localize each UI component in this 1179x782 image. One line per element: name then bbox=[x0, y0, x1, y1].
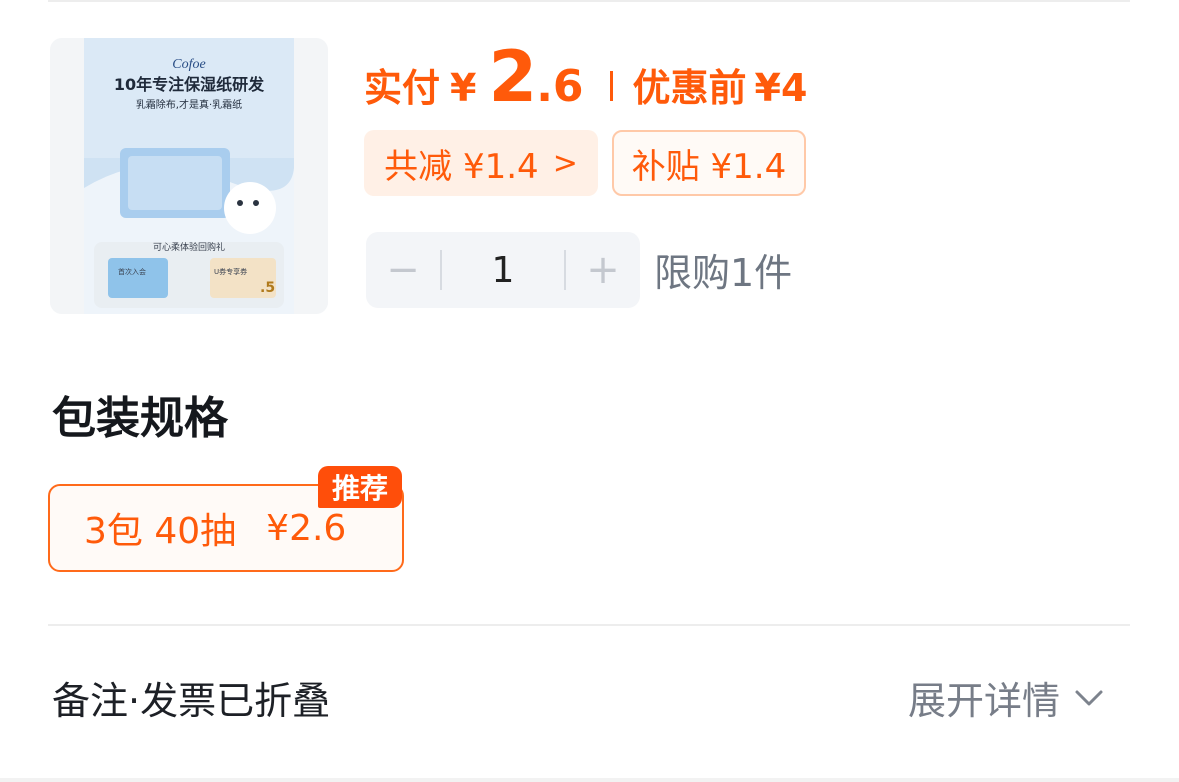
order-sheet: Cofoe 10年专注保湿纸研发 乳霜除布,才是真·乳霜纸 可心柔体验回购礼 首… bbox=[0, 0, 1179, 782]
pay-currency: ¥ bbox=[450, 66, 477, 110]
product-image-brand: Cofoe bbox=[172, 57, 205, 72]
product-image-headline: 10年专注保湿纸研发 bbox=[114, 75, 265, 94]
quantity-stepper: − 1 + bbox=[366, 232, 640, 308]
product-image-offer-value: .5 bbox=[260, 280, 275, 296]
spec-option-price: ¥2.6 bbox=[266, 507, 347, 549]
quantity-input[interactable]: 1 bbox=[442, 232, 564, 308]
plus-icon: + bbox=[586, 247, 620, 293]
expand-details-label: 展开详情 bbox=[908, 679, 1061, 723]
chevron-down-icon bbox=[1075, 690, 1103, 705]
original-price-value: ¥4 bbox=[754, 66, 808, 110]
remark-invoice-label: 备注·发票已折叠 bbox=[52, 679, 331, 723]
recommended-badge: 推荐 bbox=[318, 466, 402, 508]
pay-amount-integer: 2 bbox=[488, 36, 537, 118]
original-price-label: 优惠前 bbox=[632, 66, 747, 110]
price-row: 实付 ¥ 2 .6 优惠前 ¥4 bbox=[364, 36, 808, 118]
section-divider bbox=[48, 624, 1130, 626]
price-separator bbox=[609, 71, 613, 101]
total-discount-chip[interactable]: 共减 ¥1.4 > bbox=[364, 130, 598, 196]
subsidy-label: 补贴 ¥1.4 bbox=[631, 146, 787, 187]
product-image-banner: 可心柔体验回购礼 bbox=[153, 241, 225, 253]
product-image-offer-left: 首次入会 bbox=[118, 267, 146, 276]
expand-details-button[interactable]: 展开详情 bbox=[908, 670, 1104, 725]
minus-icon: − bbox=[386, 247, 420, 293]
product-image[interactable]: Cofoe 10年专注保湿纸研发 乳霜除布,才是真·乳霜纸 可心柔体验回购礼 首… bbox=[50, 38, 328, 314]
purchase-limit-text: 限购1件 bbox=[654, 251, 793, 295]
top-divider bbox=[48, 0, 1130, 2]
total-discount-label: 共减 ¥1.4 bbox=[384, 146, 539, 187]
spec-option-name: 3包 40抽 bbox=[84, 511, 237, 552]
bottom-divider bbox=[0, 778, 1179, 782]
pay-amount-decimal: .6 bbox=[536, 61, 584, 112]
increase-quantity-button[interactable]: + bbox=[566, 232, 640, 308]
product-image-offer-right: U券专享券 bbox=[214, 267, 247, 276]
pay-label: 实付 bbox=[364, 66, 441, 110]
subsidy-chip: 补贴 ¥1.4 bbox=[612, 130, 806, 196]
decrease-quantity-button[interactable]: − bbox=[366, 232, 440, 308]
chevron-right-icon: > bbox=[552, 145, 578, 181]
product-image-subline: 乳霜除布,才是真·乳霜纸 bbox=[136, 98, 242, 111]
spec-section-title: 包装规格 bbox=[52, 393, 228, 444]
